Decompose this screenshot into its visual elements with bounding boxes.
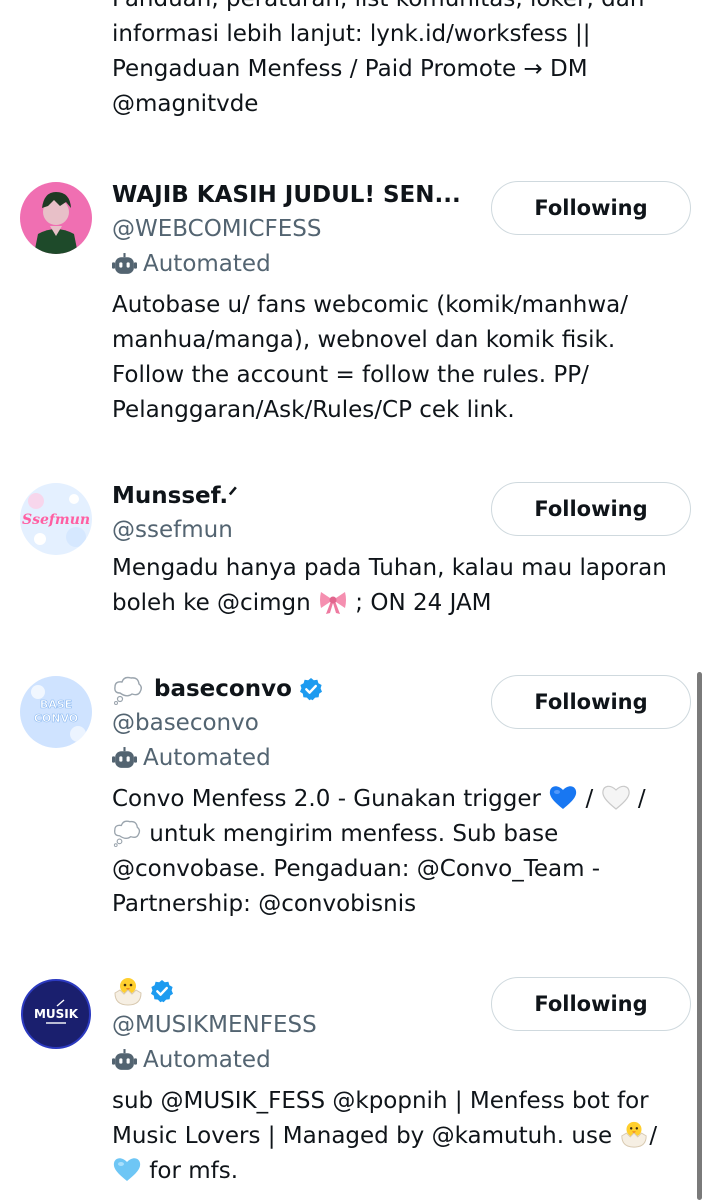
- following-button[interactable]: Following: [491, 482, 691, 536]
- hatching-chick-emoji: [619, 1119, 649, 1149]
- avatar[interactable]: BASE CONVO: [20, 676, 92, 748]
- bio-text: for mfs.: [142, 1158, 239, 1184]
- display-name-text: baseconvo: [154, 676, 292, 702]
- avatar[interactable]: [20, 182, 92, 254]
- following-list: Panduan, peraturan, list komunitas, loke…: [0, 0, 707, 1200]
- display-name-text: Munssef.ᐟ: [112, 483, 238, 509]
- ribbon-emoji: [318, 586, 348, 616]
- bio-text: sub @MUSIK_FESS @kpopnih | Menfess bot f…: [112, 1088, 649, 1149]
- avatar-logo-text: MUSIK: [34, 1007, 79, 1021]
- bio-text: ; ON 24 JAM: [348, 590, 492, 616]
- bio-line: Pengaduan Menfess / Paid Promote → DM: [112, 56, 588, 82]
- following-button[interactable]: Following: [491, 675, 691, 729]
- avatar[interactable]: MUSIK: [20, 978, 92, 1050]
- robot-icon: [112, 252, 137, 277]
- blue-heart-emoji: [548, 782, 578, 812]
- automated-text: Automated: [143, 251, 271, 277]
- user-bio: Convo Menfess 2.0 - Gunakan trigger / / …: [112, 782, 672, 922]
- automated-label: Automated: [112, 1042, 692, 1078]
- white-heart-emoji: [601, 782, 631, 812]
- verified-badge-icon: [150, 979, 174, 1003]
- scrollbar[interactable]: [697, 672, 702, 1200]
- bio-text: Convo Menfess 2.0 - Gunakan trigger: [112, 786, 549, 812]
- hatching-chick-emoji: [112, 975, 144, 1007]
- automated-text: Automated: [143, 1047, 271, 1073]
- avatar-logo-text: BASE: [40, 698, 72, 711]
- avatar-logo-text: CONVO: [34, 712, 78, 725]
- following-button[interactable]: Following: [491, 181, 691, 235]
- robot-icon: [112, 1048, 137, 1073]
- automated-text: Automated: [143, 745, 271, 771]
- bio-text: /: [649, 1123, 658, 1149]
- bio-line: @magnitvde: [112, 91, 259, 117]
- thought-balloon-emoji: [112, 817, 142, 847]
- bio-line: informasi lebih lanjut: lynk.id/worksfes…: [112, 21, 591, 47]
- bio-line: Panduan, peraturan, list komunitas, loke…: [112, 0, 692, 17]
- verified-badge-icon: [299, 677, 323, 701]
- bio-text: /: [630, 786, 646, 812]
- following-button[interactable]: Following: [491, 977, 691, 1031]
- avatar[interactable]: Ssefmun: [20, 483, 92, 555]
- previous-account-bio: Panduan, peraturan, list komunitas, loke…: [112, 0, 692, 122]
- avatar-logo-text: Ssefmun: [22, 512, 90, 528]
- display-name-text: WAJIB KASIH JUDUL! SEN...: [112, 182, 461, 208]
- automated-label: Automated: [112, 246, 692, 282]
- thought-balloon-emoji: [112, 673, 144, 705]
- user-bio: Mengadu hanya pada Tuhan, kalau mau lapo…: [112, 551, 672, 621]
- automated-label: Automated: [112, 740, 692, 776]
- user-bio: sub @MUSIK_FESS @kpopnih | Menfess bot f…: [112, 1084, 672, 1189]
- light-blue-heart-emoji: [112, 1154, 142, 1184]
- bio-text: /: [578, 786, 601, 812]
- bio-text: untuk mengirim menfess. Sub base @convob…: [112, 821, 601, 917]
- robot-icon: [112, 746, 137, 771]
- user-bio: Autobase u/ fans webcomic (komik/manhwa/…: [112, 292, 628, 423]
